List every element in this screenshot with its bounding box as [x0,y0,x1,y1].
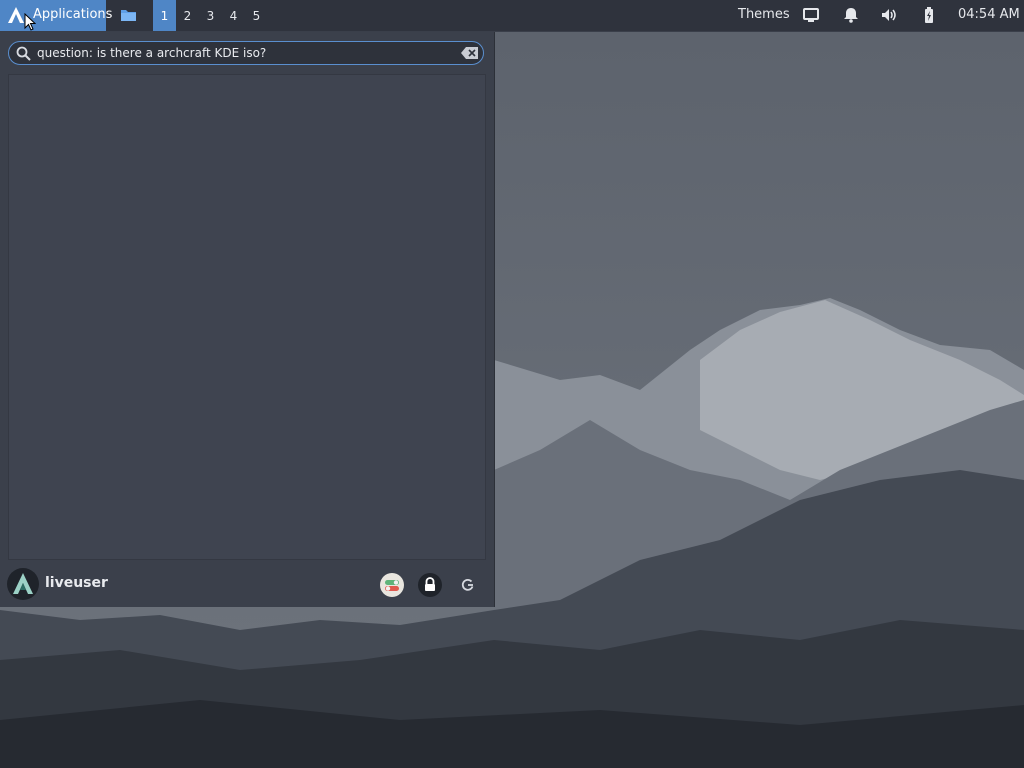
search-results-list [8,74,486,560]
mouse-cursor-icon [24,13,36,31]
avatar[interactable] [7,568,39,600]
settings-toggle-icon[interactable] [380,573,404,597]
applications-label: Applications [33,7,113,22]
search-icon [16,46,31,61]
clear-text-icon[interactable] [461,47,478,59]
search-box[interactable] [8,41,484,65]
folder-icon[interactable] [120,7,137,23]
lock-icon[interactable] [418,573,442,597]
volume-icon[interactable] [880,6,898,24]
application-launcher: liveuser [0,32,495,607]
search-input[interactable] [37,43,457,63]
workspace-1[interactable]: 1 [153,0,176,31]
battery-icon[interactable] [920,6,938,24]
archcraft-logo-icon [8,7,24,23]
clock[interactable]: 04:54 AM [958,7,1020,22]
bell-icon[interactable] [842,6,860,24]
launcher-footer: liveuser [0,562,494,607]
themes-button[interactable]: Themes [738,7,790,22]
top-panel: Applications 1 2 3 4 5 Themes 04:54 AM [0,0,1024,32]
logout-icon[interactable] [456,573,480,597]
workspace-4[interactable]: 4 [222,0,245,31]
applications-menu-button[interactable]: Applications [0,0,112,31]
user-name: liveuser [45,575,108,591]
workspace-5[interactable]: 5 [245,0,268,31]
workspace-3[interactable]: 3 [199,0,222,31]
display-icon[interactable] [802,6,820,24]
workspace-2[interactable]: 2 [176,0,199,31]
